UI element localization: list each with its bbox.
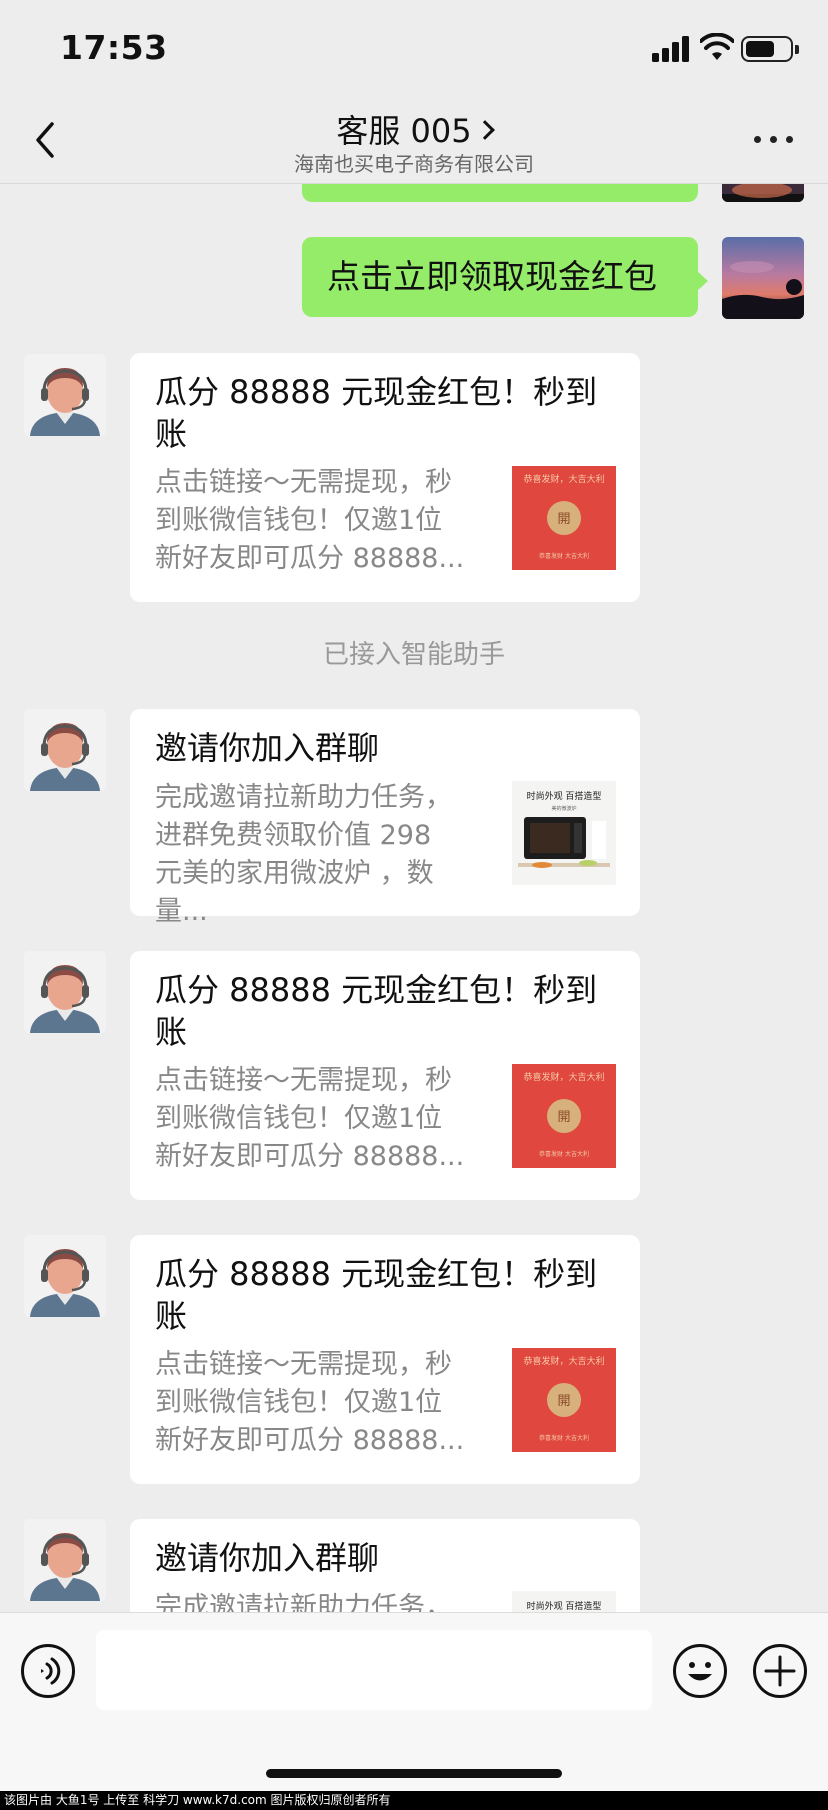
link-card-group[interactable]: 邀请你加入群聊 完成邀请拉新助力任务， 时尚外观 百搭造型 bbox=[130, 1519, 640, 1612]
self-avatar[interactable] bbox=[722, 237, 804, 319]
emoji-icon[interactable] bbox=[672, 1643, 728, 1699]
chat-area[interactable]: 点击立即领取现金红包 瓜分 88888 元现金红包！秒到账 点击链接～无需提现，… bbox=[0, 184, 828, 1612]
redpacket-footer: 恭喜发财 大吉大利 bbox=[539, 1434, 589, 1442]
input-bar bbox=[0, 1612, 828, 1810]
card-title: 瓜分 88888 元现金红包！秒到账 bbox=[155, 971, 598, 1051]
home-indicator bbox=[266, 1769, 562, 1778]
redpacket-greeting: 恭喜发财，大吉大利 bbox=[523, 1071, 604, 1083]
link-card-redpacket[interactable]: 瓜分 88888 元现金红包！秒到账 点击链接～无需提现，秒到账微信钱包！仅邀1… bbox=[130, 1235, 640, 1484]
chevron-right-icon bbox=[474, 120, 495, 140]
microwave-thumbnail: 时尚外观 百搭造型 bbox=[512, 1591, 616, 1612]
redpacket-footer: 恭喜发财 大吉大利 bbox=[539, 552, 589, 560]
agent-avatar-icon bbox=[24, 951, 106, 1033]
card-description: 完成邀请拉新助力任务，进群免费领取价值 298 元美的家用微波炉 ，数量... bbox=[155, 782, 452, 927]
status-time: 17:53 bbox=[60, 28, 168, 67]
signal-icon bbox=[652, 36, 689, 62]
agent-avatar-icon bbox=[24, 354, 106, 436]
agent-avatar-icon bbox=[24, 709, 106, 791]
voice-icon[interactable] bbox=[20, 1643, 76, 1699]
microwave-slogan: 时尚外观 百搭造型 bbox=[527, 1600, 602, 1612]
card-description: 完成邀请拉新助力任务， bbox=[155, 1592, 452, 1612]
card-description: 点击链接～无需提现，秒到账微信钱包！仅邀1位新好友即可瓜分 88888... bbox=[155, 1349, 465, 1456]
card-title: 瓜分 88888 元现金红包！秒到账 bbox=[155, 373, 598, 453]
redpacket-footer: 恭喜发财 大吉大利 bbox=[539, 1150, 589, 1158]
redpacket-thumbnail: 恭喜发财，大吉大利開恭喜发财 大吉大利 bbox=[512, 1348, 616, 1452]
link-card-group[interactable]: 邀请你加入群聊 完成邀请拉新助力任务，进群免费领取价值 298 元美的家用微波炉… bbox=[130, 709, 640, 927]
agent-avatar[interactable] bbox=[24, 354, 106, 436]
microwave-brand: 美的微波炉 bbox=[551, 805, 576, 812]
self-message-partial[interactable] bbox=[302, 184, 698, 202]
microwave-thumbnail: 时尚外观 百搭造型美的微波炉 bbox=[512, 781, 616, 885]
redpacket-greeting: 恭喜发财，大吉大利 bbox=[523, 1355, 604, 1367]
self-avatar-partial[interactable] bbox=[722, 184, 804, 202]
self-message-text: 点击立即领取现金红包 bbox=[327, 257, 657, 296]
card-title: 瓜分 88888 元现金红包！秒到账 bbox=[155, 1255, 598, 1335]
agent-avatar[interactable] bbox=[24, 951, 106, 1033]
redpacket-greeting: 恭喜发财，大吉大利 bbox=[523, 473, 604, 485]
link-card-redpacket[interactable]: 瓜分 88888 元现金红包！秒到账 点击链接～无需提现，秒到账微信钱包！仅邀1… bbox=[130, 951, 640, 1200]
self-message[interactable]: 点击立即领取现金红包 bbox=[302, 237, 708, 317]
redpacket-open: 開 bbox=[557, 512, 570, 527]
link-card-redpacket[interactable]: 瓜分 88888 元现金红包！秒到账 点击链接～无需提现，秒到账微信钱包！仅邀1… bbox=[130, 353, 640, 602]
chat-title-text: 客服 005 bbox=[336, 112, 472, 150]
message-input[interactable] bbox=[96, 1630, 652, 1710]
system-notice: 已接入智能助手 bbox=[322, 640, 505, 670]
agent-avatar[interactable] bbox=[24, 709, 106, 791]
status-bar: 17:53 bbox=[0, 0, 828, 100]
chat-header: 客服 005 海南也买电子商务有限公司 bbox=[0, 100, 828, 184]
chat-title[interactable]: 客服 005 bbox=[0, 106, 828, 152]
card-description: 点击链接～无需提现，秒到账微信钱包！仅邀1位新好友即可瓜分 88888... bbox=[155, 1065, 465, 1172]
redpacket-thumbnail: 恭喜发财，大吉大利開恭喜发财 大吉大利 bbox=[512, 1064, 616, 1168]
plus-icon[interactable] bbox=[752, 1643, 808, 1699]
card-title: 邀请你加入群聊 bbox=[155, 729, 380, 767]
more-dots-icon[interactable] bbox=[754, 136, 794, 148]
wifi-icon bbox=[700, 33, 734, 60]
agent-avatar[interactable] bbox=[24, 1235, 106, 1317]
battery-icon bbox=[741, 36, 799, 62]
agent-avatar-icon bbox=[24, 1519, 106, 1601]
card-title: 邀请你加入群聊 bbox=[155, 1539, 380, 1577]
card-description: 点击链接～无需提现，秒到账微信钱包！仅邀1位新好友即可瓜分 88888... bbox=[155, 467, 465, 574]
watermark-bar: 该图片由 大鱼1号 上传至 科学刀 www.k7d.com 图片版权归原创者所有 bbox=[0, 1791, 828, 1810]
redpacket-open: 開 bbox=[557, 1110, 570, 1125]
chat-subtitle: 海南也买电子商务有限公司 bbox=[294, 152, 534, 176]
redpacket-open: 開 bbox=[557, 1394, 570, 1409]
redpacket-thumbnail: 恭喜发财，大吉大利開恭喜发财 大吉大利 bbox=[512, 466, 616, 570]
agent-avatar[interactable] bbox=[24, 1519, 106, 1601]
microwave-slogan: 时尚外观 百搭造型 bbox=[527, 790, 602, 802]
agent-avatar-icon bbox=[24, 1235, 106, 1317]
